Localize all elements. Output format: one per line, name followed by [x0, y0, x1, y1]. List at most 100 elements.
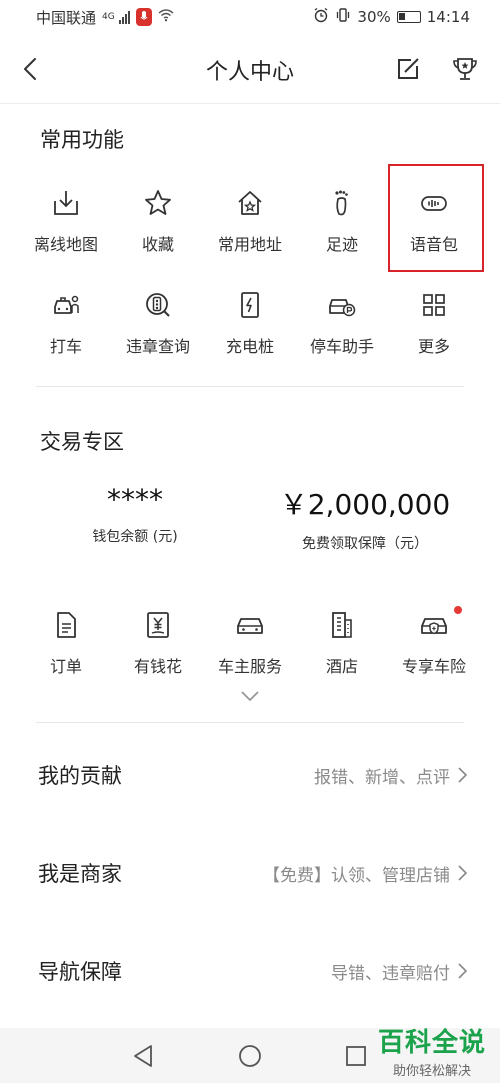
status-bar: 中国联通 4G 30% 14:14 — [0, 0, 500, 34]
status-left: 中国联通 4G — [36, 7, 174, 28]
car-shield-icon — [421, 618, 447, 635]
car-icon — [237, 618, 263, 634]
watermark: 百科全说 助你轻松解决 — [378, 1022, 486, 1079]
divider — [36, 722, 464, 723]
car-owner-service-label: 车主服务 — [217, 657, 282, 676]
star-icon — [145, 190, 171, 215]
status-right: 30% 14:14 — [313, 7, 470, 27]
signal-icon — [118, 10, 130, 24]
edit-button[interactable] — [393, 54, 423, 84]
navigation-protection-title: 导航保障 — [38, 960, 122, 984]
circle-home-icon — [239, 1045, 261, 1067]
taxi-label: 打车 — [49, 337, 82, 356]
edit-icon — [398, 58, 419, 79]
wallet-balance-label: 钱包余额 (元) — [92, 529, 178, 545]
chevron-down-icon — [241, 691, 259, 702]
house-star-icon — [238, 191, 262, 215]
watermark-sub: 助你轻松解决 — [392, 1064, 471, 1079]
orders-label: 订单 — [49, 657, 82, 676]
hotel-item[interactable]: 酒店 — [296, 604, 388, 692]
nav-home-button[interactable] — [236, 1042, 264, 1070]
charging-icon — [241, 292, 259, 318]
hotel-icon — [332, 612, 352, 638]
merchant-row[interactable]: 我是商家 【免费】认领、管理店铺 — [38, 853, 468, 893]
violation-query-item[interactable]: 违章查询 — [112, 284, 204, 372]
offline-map-item[interactable]: 离线地图 — [20, 182, 112, 270]
favorites-label: 收藏 — [141, 235, 174, 254]
battery-percent: 30% — [357, 8, 391, 26]
orders-item[interactable]: 订单 — [20, 604, 112, 692]
car-owner-service-item[interactable]: 车主服务 — [204, 604, 296, 692]
chevron-right-icon — [458, 963, 468, 979]
vibrate-icon — [335, 7, 351, 27]
charging-pile-label: 充电桩 — [225, 337, 274, 356]
expand-button[interactable] — [238, 688, 262, 704]
common-functions-row-2: 打车 违章查询 充电桩 停车助手 更多 — [20, 284, 480, 372]
download-box-icon — [54, 191, 78, 215]
offline-map-label: 离线地图 — [33, 235, 98, 254]
merchant-detail-wrap: 【免费】认领、管理店铺 — [263, 861, 468, 886]
network-label: 4G — [102, 12, 115, 22]
watermark-main: 百科全说 — [377, 1028, 486, 1058]
back-icon — [24, 58, 36, 80]
navigation-protection-detail: 导错、违章赔付 — [331, 963, 450, 984]
carrier-label: 中国联通 — [36, 8, 97, 27]
back-button[interactable] — [14, 52, 48, 86]
common-address-label: 常用地址 — [217, 235, 282, 254]
wallet-balance[interactable]: **** 钱包余额 (元) — [60, 483, 210, 546]
car-insurance-item[interactable]: 专享车险 — [388, 604, 480, 692]
notification-badge — [454, 606, 462, 614]
parking-car-icon — [329, 299, 356, 317]
clock-time: 14:14 — [426, 8, 470, 26]
violation-icon — [146, 293, 170, 317]
alarm-icon — [313, 7, 329, 27]
square-recents-icon — [346, 1046, 366, 1066]
triangle-back-icon — [134, 1045, 152, 1067]
common-address-item[interactable]: 常用地址 — [204, 182, 296, 270]
chevron-right-icon — [458, 767, 468, 783]
navigation-protection-row[interactable]: 导航保障 导错、违章赔付 — [38, 951, 468, 991]
my-contributions-detail: 报错、新增、点评 — [314, 767, 450, 788]
trophy-icon — [453, 58, 477, 80]
voice-pack-label: 语音包 — [409, 235, 458, 254]
more-item[interactable]: 更多 — [388, 284, 480, 372]
trading-row: 订单 有钱花 车主服务 酒店 专享车险 — [20, 604, 480, 692]
merchant-detail: 【免费】认领、管理店铺 — [263, 865, 450, 886]
trophy-button[interactable] — [450, 54, 480, 84]
insurance-coverage-value: ￥2,000,000 — [279, 488, 451, 521]
taxi-icon — [54, 295, 79, 314]
insurance-coverage[interactable]: ￥2,000,000 免费领取保障（元） — [270, 483, 460, 553]
merchant-title: 我是商家 — [38, 862, 122, 886]
parking-assistant-label: 停车助手 — [309, 337, 374, 356]
footprint-icon — [335, 190, 348, 216]
nav-recents-button[interactable] — [342, 1042, 370, 1070]
header: 个人中心 — [0, 34, 500, 104]
mic-icon — [135, 8, 152, 26]
common-functions-row-1: 离线地图 收藏 常用地址 足迹 语音包 — [20, 182, 480, 270]
footprint-item[interactable]: 足迹 — [296, 182, 388, 270]
taxi-item[interactable]: 打车 — [20, 284, 112, 372]
navigation-protection-detail-wrap: 导错、违章赔付 — [331, 959, 468, 984]
youqianhua-item[interactable]: 有钱花 — [112, 604, 204, 692]
wifi-icon — [158, 8, 174, 26]
voice-wave-icon — [421, 196, 447, 211]
hotel-label: 酒店 — [325, 657, 358, 676]
my-contributions-detail-wrap: 报错、新增、点评 — [314, 763, 468, 788]
voice-pack-item[interactable]: 语音包 — [388, 182, 480, 270]
insurance-coverage-label: 免费领取保障（元） — [302, 536, 428, 552]
car-insurance-label: 专享车险 — [401, 657, 466, 676]
document-icon — [57, 612, 76, 638]
footprint-label: 足迹 — [325, 235, 358, 254]
my-contributions-title: 我的贡献 — [38, 764, 122, 788]
violation-query-label: 违章查询 — [125, 337, 190, 356]
grid-icon — [423, 294, 445, 316]
charging-pile-item[interactable]: 充电桩 — [204, 284, 296, 372]
chevron-right-icon — [458, 865, 468, 881]
favorites-item[interactable]: 收藏 — [112, 182, 204, 270]
page-title: 个人中心 — [205, 60, 294, 85]
trading-zone-title: 交易专区 — [40, 430, 124, 454]
nav-back-button[interactable] — [130, 1042, 158, 1070]
parking-assistant-item[interactable]: 停车助手 — [296, 284, 388, 372]
my-contributions-row[interactable]: 我的贡献 报错、新增、点评 — [38, 755, 468, 795]
wallet-balance-value: **** — [107, 483, 163, 516]
